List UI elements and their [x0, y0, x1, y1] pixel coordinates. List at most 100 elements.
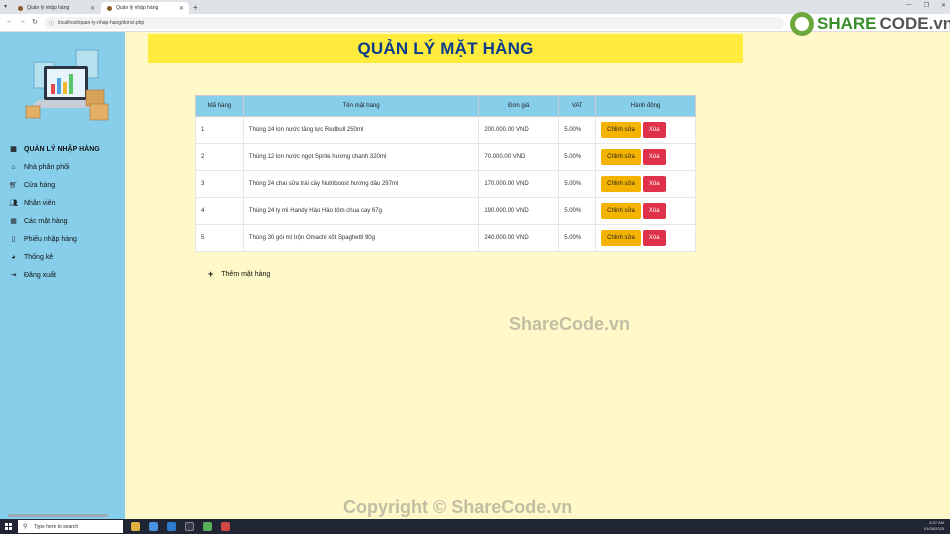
warehouse-laptop-logo — [25, 49, 109, 121]
minimize-icon[interactable]: — — [906, 2, 912, 9]
table-header-row: Mã hàng Tên mặt hàng Đơn giá VAT Hành độ… — [195, 95, 696, 117]
system-clock[interactable]: 8:37 AM 01/05/2025 — [924, 520, 944, 532]
add-product-label: Thêm mặt hàng — [221, 270, 271, 278]
edit-button[interactable]: Chỉnh sửa — [601, 149, 641, 165]
cell-vat: 5.00% — [558, 116, 597, 144]
plus-icon: + — [208, 269, 214, 279]
favicon-icon — [107, 5, 112, 11]
column-header-vat: VAT — [558, 95, 597, 117]
horizontal-scrollbar[interactable] — [8, 514, 108, 517]
edit-button[interactable]: Chỉnh sửa — [601, 122, 641, 138]
main-content: QUẢN LÝ MẶT HÀNG Mã hàng Tên mặt hàng Đơ… — [125, 32, 950, 519]
table-row: 1 Thùng 24 lon nước tăng lực Redbull 250… — [195, 116, 696, 144]
cell-id: 1 — [195, 116, 244, 144]
cell-price: 190.000.00 VND — [478, 197, 560, 225]
chrome-icon[interactable] — [149, 522, 158, 531]
grid-icon: ▦ — [10, 146, 17, 153]
site-info-icon[interactable]: ⓘ — [49, 20, 54, 27]
column-header-name: Tên mặt hàng — [242, 95, 480, 117]
maximize-icon[interactable]: ❐ — [924, 2, 929, 9]
close-window-icon[interactable]: ✕ — [941, 2, 946, 9]
cell-id: 3 — [195, 170, 244, 198]
cell-actions: Chỉnh sửa Xóa — [595, 170, 696, 198]
favicon-icon — [18, 5, 23, 11]
search-placeholder: Type here to search — [34, 524, 79, 530]
terminal-icon[interactable] — [185, 522, 194, 531]
table-row: 3 Thùng 24 chai sữa trái cây Nutriboost … — [195, 170, 696, 198]
file-icon: ▯ — [11, 236, 16, 243]
sidebar-item-receipts[interactable]: ▯ Phiếu nhập hàng — [0, 230, 125, 248]
sidebar-item-label: Các mặt hàng — [24, 217, 68, 225]
sidebar-item-products[interactable]: ▦ Các mặt hàng — [0, 212, 125, 230]
sidebar-item-label: Phiếu nhập hàng — [24, 235, 77, 243]
cell-actions: Chỉnh sửa Xóa — [595, 143, 696, 171]
brand-text-share: SHARE — [817, 14, 877, 33]
delete-button[interactable]: Xóa — [642, 149, 666, 165]
windows-start-icon[interactable] — [5, 523, 12, 530]
cell-id: 4 — [195, 197, 244, 225]
file-explorer-icon[interactable] — [131, 522, 140, 531]
cell-id: 2 — [195, 143, 244, 171]
sidebar-item-home[interactable]: ▦ QUẢN LÝ NHẬP HÀNG — [0, 140, 125, 158]
url-field[interactable]: ⓘ localhost/quan-ly-nhap-hang/donvi.php — [44, 17, 784, 29]
table-row: 5 Thùng 30 gói mì trộn Omachi xốt Spaghe… — [195, 224, 696, 252]
sidebar-item-distributors[interactable]: ⌂ Nhà phân phối — [0, 158, 125, 176]
delete-button[interactable]: Xóa — [642, 122, 666, 138]
cart-icon: 🛒︎ — [9, 182, 18, 189]
sharecode-ring-icon — [790, 12, 814, 36]
logout-icon: ⇥ — [10, 272, 17, 279]
cell-actions: Chỉnh sửa Xóa — [595, 224, 696, 252]
browser-tab-2[interactable]: Quản lý nhập hàng ✕ — [101, 2, 189, 14]
brand-text-code: CODE.vn — [879, 14, 950, 33]
delete-button[interactable]: Xóa — [642, 176, 666, 192]
pie-chart-icon: ◕ — [11, 253, 16, 261]
column-header-price: Đơn giá — [478, 95, 560, 117]
close-tab-icon[interactable]: ✕ — [179, 5, 184, 12]
cell-price: 200.000.00 VND — [478, 116, 560, 144]
url-text: localhost/quan-ly-nhap-hang/donvi.php — [58, 20, 145, 26]
new-tab-icon[interactable]: + — [193, 3, 198, 12]
cell-actions: Chỉnh sửa Xóa — [595, 197, 696, 225]
products-table: Mã hàng Tên mặt hàng Đơn giá VAT Hành độ… — [195, 95, 696, 252]
edit-button[interactable]: Chỉnh sửa — [601, 230, 641, 246]
add-product-button[interactable]: + Thêm mặt hàng — [208, 269, 270, 279]
cell-price: 70.000.00 VND — [478, 143, 560, 171]
table-row: 2 Thùng 12 lon nước ngọt Sprite hương ch… — [195, 143, 696, 171]
sidebar-item-logout[interactable]: ⇥ Đăng xuất — [0, 266, 125, 284]
sidebar-item-label: Thống kê — [24, 253, 54, 261]
page-title: QUẢN LÝ MẶT HÀNG — [357, 38, 534, 58]
sidebar-item-statistics[interactable]: ◕ Thống kê — [0, 248, 125, 266]
delete-button[interactable]: Xóa — [642, 203, 666, 219]
column-header-actions: Hành động — [595, 95, 696, 117]
back-icon[interactable]: ← — [6, 18, 13, 25]
sidebar-item-stores[interactable]: 🛒︎ Cửa hàng — [0, 176, 125, 194]
edit-button[interactable]: Chỉnh sửa — [601, 176, 641, 192]
close-tab-icon[interactable]: ✕ — [90, 5, 95, 12]
sidebar: ▦ QUẢN LÝ NHẬP HÀNG ⌂ Nhà phân phối 🛒︎ C… — [0, 32, 125, 519]
vscode-icon[interactable] — [167, 522, 176, 531]
app-icon[interactable] — [221, 522, 230, 531]
cell-vat: 5.00% — [558, 143, 597, 171]
cell-name: Thùng 30 gói mì trộn Omachi xốt Spaghett… — [242, 224, 480, 252]
sidebar-item-label: Nhà phân phối — [24, 163, 70, 171]
sidebar-item-label: Cửa hàng — [24, 181, 56, 189]
app-icon[interactable] — [203, 522, 212, 531]
search-icon: ⚲ — [23, 524, 28, 530]
cell-price: 240.000.00 VND — [478, 224, 560, 252]
tab-title: Quản lý nhập hàng — [27, 5, 70, 11]
tab-title: Quản lý nhập hàng — [116, 5, 159, 11]
browser-tab-1[interactable]: Quản lý nhập hàng ✕ — [12, 2, 100, 14]
home-icon: ⌂ — [11, 163, 16, 171]
sidebar-item-label: Nhân viên — [24, 199, 56, 207]
sidebar-item-label: Đăng xuất — [24, 271, 56, 279]
edit-button[interactable]: Chỉnh sửa — [601, 203, 641, 219]
sidebar-item-employees[interactable]: 👥︎ Nhân viên — [0, 194, 125, 212]
tab-list-icon[interactable]: ▾ — [4, 3, 7, 10]
watermark-center: ShareCode.vn — [509, 314, 631, 334]
reload-icon[interactable]: ↻ — [32, 18, 38, 26]
taskbar-search-input[interactable]: ⚲ Type here to search — [18, 520, 123, 533]
column-header-id: Mã hàng — [195, 95, 244, 117]
clock-date: 01/05/2025 — [923, 526, 944, 531]
forward-icon[interactable]: → — [19, 18, 26, 25]
delete-button[interactable]: Xóa — [642, 230, 666, 246]
